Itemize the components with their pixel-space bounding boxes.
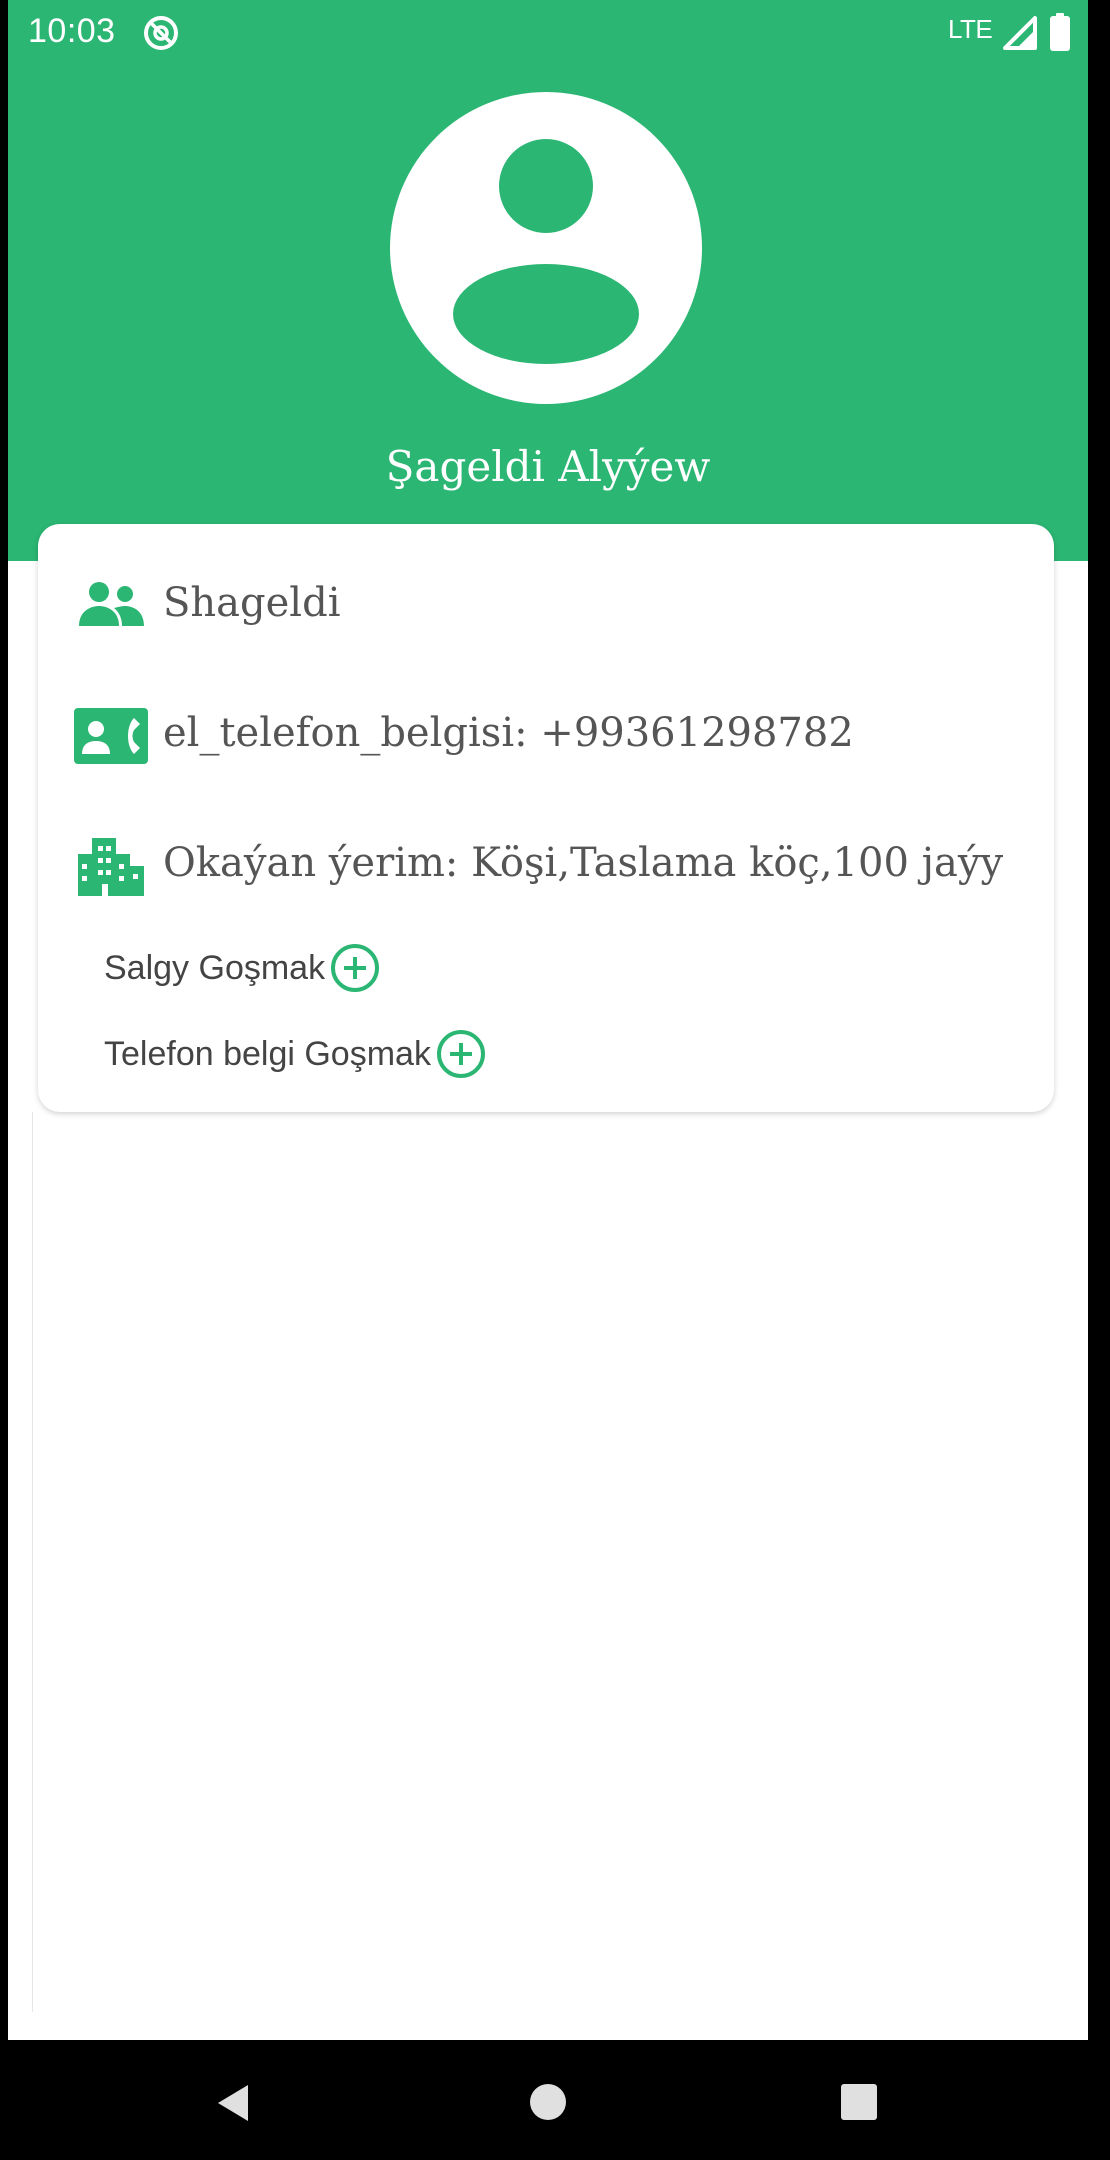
network-type: LTE [948, 14, 993, 44]
profile-header: 10:03 LTE Şageldi Alyýew [8, 0, 1088, 561]
building-icon [78, 838, 144, 896]
add-circle-icon[interactable] [435, 1028, 487, 1080]
battery-icon [1050, 13, 1070, 51]
home-icon[interactable] [528, 2082, 568, 2122]
full-name-text: Shageldi [163, 580, 341, 626]
profile-name: Şageldi Alyýew [385, 442, 711, 491]
screen: 10:03 LTE Şageldi Alyýew Shageldi el_tel… [0, 0, 1110, 2160]
info-row-address: Okaýan ýerim: Köşi,Taslama köç,100 jaýy [38, 826, 1054, 906]
info-row-name: Shageldi [38, 566, 1054, 646]
add-address-button[interactable]: Salgy Goşmak [104, 938, 381, 998]
avatar[interactable] [390, 92, 702, 404]
signal-icon [1003, 16, 1037, 50]
phone-text: el_telefon_belgisi: +99361298782 [163, 710, 854, 756]
add-circle-icon[interactable] [329, 942, 381, 994]
divider [32, 1112, 33, 2012]
sync-off-icon [144, 16, 178, 50]
contact-phone-icon [74, 708, 148, 764]
address-text: Okaýan ýerim: Köşi,Taslama köç,100 jaýy [163, 840, 1004, 886]
add-address-label: Salgy Goşmak [104, 948, 326, 987]
back-icon[interactable] [212, 2082, 254, 2124]
info-row-phone: el_telefon_belgisi: +99361298782 [38, 696, 1054, 776]
app-window: 10:03 LTE Şageldi Alyýew Shageldi el_tel… [8, 0, 1088, 2040]
profile-info-card: Shageldi el_telefon_belgisi: +9936129878… [38, 524, 1054, 1112]
status-bar: 10:03 LTE [8, 0, 1088, 66]
navigation-bar [0, 2040, 1110, 2160]
add-phone-label: Telefon belgi Goşmak [104, 1034, 431, 1073]
status-time: 10:03 [28, 12, 116, 50]
add-phone-button[interactable]: Telefon belgi Goşmak [104, 1024, 487, 1084]
recents-icon[interactable] [840, 2083, 878, 2121]
people-icon [79, 582, 144, 626]
